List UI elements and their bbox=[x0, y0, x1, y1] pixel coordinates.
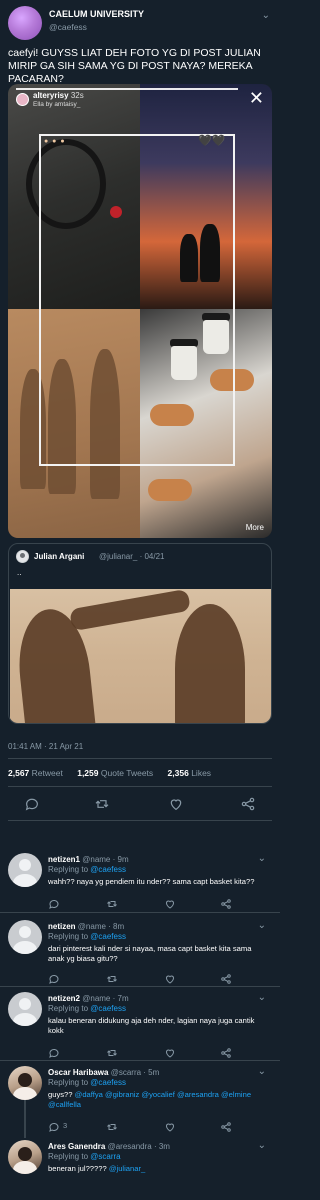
quote-stat[interactable]: 1,259 Quote Tweets bbox=[77, 768, 159, 778]
tweet-media[interactable]: alteryrisy 32s Ella by amtaisy_ ✕ ● ● ● … bbox=[8, 84, 272, 538]
reply-actions: 3 bbox=[48, 1120, 258, 1132]
like-icon[interactable] bbox=[164, 897, 176, 909]
like-icon[interactable] bbox=[168, 796, 184, 812]
replying-to: Replying to @scarra bbox=[48, 1152, 121, 1161]
overlay-frame bbox=[39, 134, 235, 466]
shadow-arm bbox=[69, 589, 191, 632]
overlay-window-dots: ● ● ● bbox=[44, 138, 66, 145]
like-icon[interactable] bbox=[164, 1046, 176, 1058]
reply-text: beneran jul????? @julianar_ bbox=[48, 1164, 146, 1173]
mention-link[interactable]: @caefess bbox=[90, 865, 126, 874]
retweet-icon[interactable] bbox=[106, 897, 118, 909]
share-icon[interactable] bbox=[220, 897, 232, 909]
story-music-label: Ella by amtaisy_ bbox=[33, 101, 81, 108]
chevron-down-icon[interactable]: ⌄ bbox=[258, 1140, 266, 1151]
author-avatar[interactable] bbox=[8, 6, 42, 40]
share-icon[interactable] bbox=[240, 796, 256, 812]
reply-author[interactable]: Ares Ganendra @aresandra · 3m bbox=[48, 1142, 170, 1151]
share-icon[interactable] bbox=[220, 1120, 232, 1132]
like-icon[interactable] bbox=[164, 1120, 176, 1132]
retweet-icon[interactable] bbox=[106, 1120, 118, 1132]
replying-to: Replying to @caefess bbox=[48, 932, 126, 941]
mention-link[interactable]: @caefess bbox=[90, 932, 126, 941]
reply-avatar[interactable] bbox=[8, 1066, 42, 1100]
retweet-icon[interactable] bbox=[106, 1046, 118, 1058]
reply-icon[interactable] bbox=[48, 1046, 60, 1058]
retweet-stat[interactable]: 2,567 Retweet bbox=[8, 768, 69, 778]
reply-icon[interactable] bbox=[48, 972, 60, 984]
reply-author[interactable]: netizen @name · 8m bbox=[48, 922, 124, 931]
close-icon: ✕ bbox=[248, 88, 264, 108]
mention-link[interactable]: @caefess bbox=[90, 1004, 126, 1013]
reply-author[interactable]: netizen2 @name · 7m bbox=[48, 994, 129, 1003]
divider bbox=[0, 986, 280, 987]
retweet-icon[interactable] bbox=[106, 972, 118, 984]
replying-to: Replying to @caefess bbox=[48, 1078, 126, 1087]
story-username: alteryrisy 32s bbox=[33, 91, 84, 100]
share-icon[interactable] bbox=[220, 1046, 232, 1058]
replying-to: Replying to @caefess bbox=[48, 1004, 126, 1013]
divider bbox=[8, 820, 272, 821]
chevron-down-icon[interactable]: ⌄ bbox=[262, 10, 270, 21]
reply-author[interactable]: netizen1 @name · 9m bbox=[48, 855, 129, 864]
share-icon[interactable] bbox=[220, 972, 232, 984]
thread-line bbox=[24, 1100, 26, 1138]
divider bbox=[0, 1060, 280, 1061]
tweet-actions bbox=[8, 796, 272, 812]
chevron-down-icon[interactable]: ⌄ bbox=[258, 853, 266, 864]
mention-link[interactable]: @scarra bbox=[90, 1152, 120, 1161]
chevron-down-icon[interactable]: ⌄ bbox=[258, 1066, 266, 1077]
reply-text: wahh?? naya yg pendiem itu nder?? sama c… bbox=[48, 877, 255, 886]
reply-author[interactable]: Oscar Haribawa @scarra · 5m bbox=[48, 1068, 159, 1077]
mention-link[interactable]: @caefess bbox=[90, 1078, 126, 1087]
quote-image[interactable] bbox=[10, 589, 271, 723]
chevron-down-icon[interactable]: ⌄ bbox=[258, 920, 266, 931]
reply-actions bbox=[48, 897, 258, 909]
pastry-3 bbox=[148, 479, 192, 501]
divider bbox=[8, 758, 272, 759]
reply-text: kalau beneran didukung aja deh nder, lag… bbox=[48, 1016, 255, 1035]
like-icon[interactable] bbox=[164, 972, 176, 984]
reply-actions bbox=[48, 972, 258, 984]
quote-avatar bbox=[16, 550, 29, 563]
shadow-figure-right bbox=[175, 604, 245, 723]
reply-avatar[interactable] bbox=[8, 1140, 42, 1174]
mention-links[interactable]: @daffya @gibraniz @yocalief @aresandra @… bbox=[48, 1090, 251, 1109]
quoted-tweet[interactable]: Julian Argani @julianar_ · 04/21 .. bbox=[8, 543, 272, 724]
author-name[interactable]: CAELUM UNIVERSITY bbox=[49, 9, 144, 19]
reply-text: guys?? @daffya @gibraniz @yocalief @ares… bbox=[48, 1090, 252, 1109]
reply-icon[interactable] bbox=[24, 796, 40, 812]
like-stat[interactable]: 2,356 Likes bbox=[168, 768, 218, 778]
reply-actions bbox=[48, 1046, 258, 1058]
reply-avatar[interactable] bbox=[8, 992, 42, 1026]
tweet-header: CAELUM UNIVERSITY @caefess ⌄ bbox=[8, 6, 272, 42]
mention-links[interactable]: @julianar_ bbox=[109, 1164, 145, 1173]
quote-author-handle: @julianar_ · 04/21 bbox=[99, 552, 165, 561]
retweet-icon[interactable] bbox=[94, 796, 110, 812]
quote-author-name: Julian Argani bbox=[34, 552, 85, 561]
tweet-text: caefyi! GUYSS LIAT DEH FOTO YG DI POST J… bbox=[8, 47, 261, 85]
quote-text: .. bbox=[17, 568, 22, 577]
reply-avatar[interactable] bbox=[8, 920, 42, 954]
story-avatar bbox=[16, 93, 29, 106]
reply-count: 3 bbox=[63, 1121, 68, 1130]
reply-avatar[interactable] bbox=[8, 853, 42, 887]
reply-text: dari pinterest kali nder si nayaa, masa … bbox=[48, 944, 252, 963]
divider bbox=[8, 786, 272, 787]
reply-icon[interactable] bbox=[48, 897, 60, 909]
replying-to: Replying to @caefess bbox=[48, 865, 126, 874]
author-handle[interactable]: @caefess bbox=[49, 22, 87, 32]
divider bbox=[0, 912, 280, 913]
overlay-hearts: 🖤🖤 bbox=[198, 135, 226, 147]
reply-icon[interactable] bbox=[48, 1120, 60, 1132]
chevron-down-icon[interactable]: ⌄ bbox=[258, 992, 266, 1003]
tweet-stats: 2,567 Retweet 1,259 Quote Tweets 2,356 L… bbox=[8, 768, 223, 778]
story-progress-bar bbox=[16, 88, 238, 90]
tweet-timestamp: 01:41 AM · 21 Apr 21 bbox=[8, 742, 84, 751]
more-label[interactable]: More bbox=[246, 523, 264, 532]
